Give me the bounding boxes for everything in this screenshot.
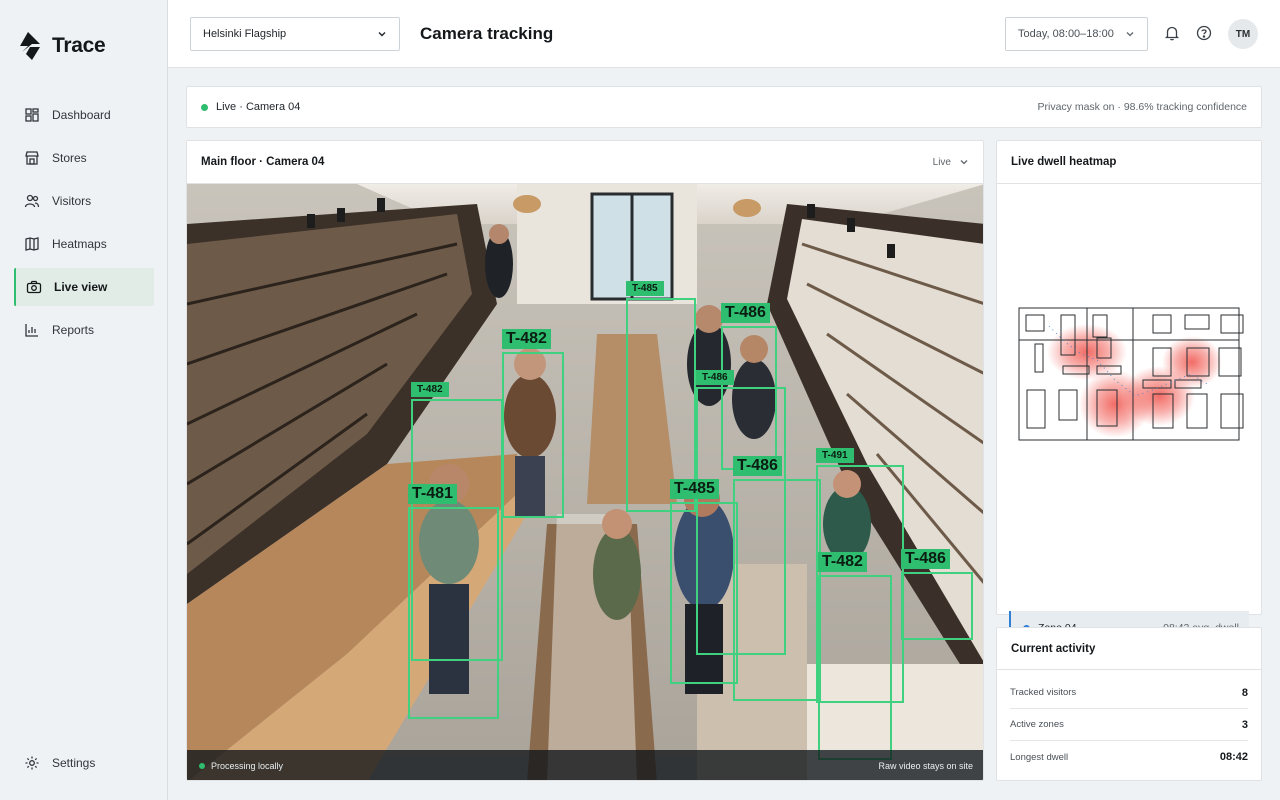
sidebar-item-heatmaps[interactable]: Heatmaps [14, 225, 154, 263]
activity-panel: Current activity Tracked visitors 8 Acti… [996, 627, 1262, 781]
camera-mode-selector[interactable]: Live [933, 157, 969, 168]
chevron-down-icon [960, 160, 968, 165]
processing-status: Processing locally [199, 761, 283, 771]
tracking-box[interactable]: T-482 [818, 552, 892, 760]
track-id-label: T-486 [696, 370, 734, 385]
track-id-label: T-482 [502, 329, 551, 349]
track-id-label: T-486 [901, 549, 950, 569]
app-name: Trace [52, 34, 106, 57]
live-status-strip: Live · Camera 04 Privacy mask on · 98.6%… [186, 86, 1262, 128]
chart-icon [25, 324, 38, 337]
camera-panel: Main floor · Camera 04 Live T-482 T-485 … [186, 140, 984, 781]
stat-value: 8 [1241, 686, 1248, 699]
sidebar-item-label: Stores [52, 151, 87, 165]
tracking-box[interactable]: T-486 [901, 549, 973, 640]
live-status-label: Live · Camera 04 [216, 101, 301, 113]
sidebar-item-label: Heatmaps [52, 237, 107, 251]
heat-spots [1047, 324, 1222, 438]
sidebar-item-live-view[interactable]: Live view [14, 268, 154, 306]
camera-icon [26, 280, 42, 294]
gear-icon [25, 756, 39, 770]
store-selector-value: Helsinki Flagship [203, 28, 287, 40]
sidebar-nav: Dashboard Stores Visitors Heatmaps Live … [14, 96, 154, 354]
sidebar-item-reports[interactable]: Reports [14, 311, 154, 349]
settings-label: Settings [52, 756, 96, 770]
stat-label: Active zones [1010, 719, 1064, 730]
help-icon[interactable] [1195, 24, 1213, 42]
heatmap-panel: Live dwell heatmap [996, 140, 1262, 645]
stat-row: Tracked visitors 8 [1010, 677, 1248, 709]
stat-row: Active zones 3 [1010, 709, 1248, 741]
sidebar-item-label: Live view [54, 280, 108, 294]
page-title: Camera tracking [420, 24, 554, 43]
heatmap-body[interactable]: Zone 04 08:42 avg. dwell [997, 184, 1261, 645]
store-selector[interactable]: Helsinki Flagship [190, 17, 400, 51]
sidebar-item-label: Reports [52, 323, 95, 337]
privacy-note: Raw video stays on site [878, 761, 973, 771]
store-icon [25, 151, 39, 165]
heatmap-title: Live dwell heatmap [1011, 156, 1117, 168]
map-icon [25, 237, 39, 251]
sidebar-item-dashboard[interactable]: Dashboard [14, 96, 154, 134]
avatar[interactable]: TM [1228, 19, 1258, 49]
track-id-label: T-481 [408, 484, 457, 504]
sidebar-item-settings[interactable]: Settings [24, 755, 95, 771]
track-id-label: T-486 [733, 456, 782, 476]
tracking-info: Privacy mask on · 98.6% tracking confide… [1037, 101, 1247, 113]
activity-title: Current activity [1011, 642, 1096, 655]
stat-value: 3 [1241, 718, 1248, 731]
camera-title: Main floor · Camera 04 [201, 156, 325, 168]
track-id-label: T-485 [670, 479, 719, 499]
camera-panel-header: Main floor · Camera 04 Live [187, 141, 983, 184]
track-id-label: T-482 [818, 552, 867, 572]
tracking-box[interactable]: T-481 [408, 484, 499, 719]
floor-plan-heatmap [1018, 307, 1244, 441]
track-id-label: T-482 [411, 382, 449, 397]
sidebar-item-label: Dashboard [52, 108, 111, 122]
chevron-down-icon [1126, 32, 1134, 37]
top-bar: Helsinki Flagship Camera tracking Today,… [168, 0, 1280, 68]
camera-feed[interactable]: T-482 T-485 T-486 T-482 T-486 T-481 T-48… [187, 184, 983, 780]
live-indicator-dot [201, 103, 208, 111]
tracking-box[interactable]: T-485 [670, 479, 738, 684]
app-logo[interactable]: Trace [18, 30, 106, 62]
visitors-icon [24, 194, 40, 208]
chevron-down-icon [378, 32, 386, 37]
tracking-box[interactable]: T-486 [733, 456, 821, 701]
sidebar: Trace Dashboard Stores Visitors Heatmaps… [0, 0, 168, 800]
bell-icon[interactable] [1163, 24, 1181, 42]
processing-label: Processing locally [211, 761, 284, 771]
sidebar-item-visitors[interactable]: Visitors [14, 182, 154, 220]
stat-row: Longest dwell 08:42 [1010, 741, 1248, 773]
activity-panel-header: Current activity [997, 628, 1261, 670]
stat-label: Tracked visitors [1010, 687, 1077, 698]
track-id-label: T-486 [721, 303, 770, 323]
live-status: Live · Camera 04 [201, 101, 300, 113]
track-id-label: T-485 [626, 281, 664, 296]
heatmap-panel-header: Live dwell heatmap [997, 141, 1261, 184]
stat-value: 08:42 [1219, 751, 1248, 763]
activity-stats: Tracked visitors 8 Active zones 3 Longes… [997, 670, 1261, 773]
dashboard-icon [25, 108, 39, 122]
date-range-value: Today, 08:00–18:00 [1018, 28, 1114, 40]
trace-logo-icon [20, 32, 40, 60]
feed-footer: Processing locally Raw video stays on si… [187, 750, 983, 780]
track-id-label: T-491 [816, 448, 854, 463]
date-range-selector[interactable]: Today, 08:00–18:00 [1005, 17, 1148, 51]
stat-label: Longest dwell [1010, 751, 1069, 763]
processing-dot [199, 763, 205, 769]
sidebar-item-stores[interactable]: Stores [14, 139, 154, 177]
camera-mode-value: Live [932, 156, 951, 168]
tracking-box[interactable]: T-482 [502, 329, 564, 518]
sidebar-item-label: Visitors [52, 194, 92, 208]
